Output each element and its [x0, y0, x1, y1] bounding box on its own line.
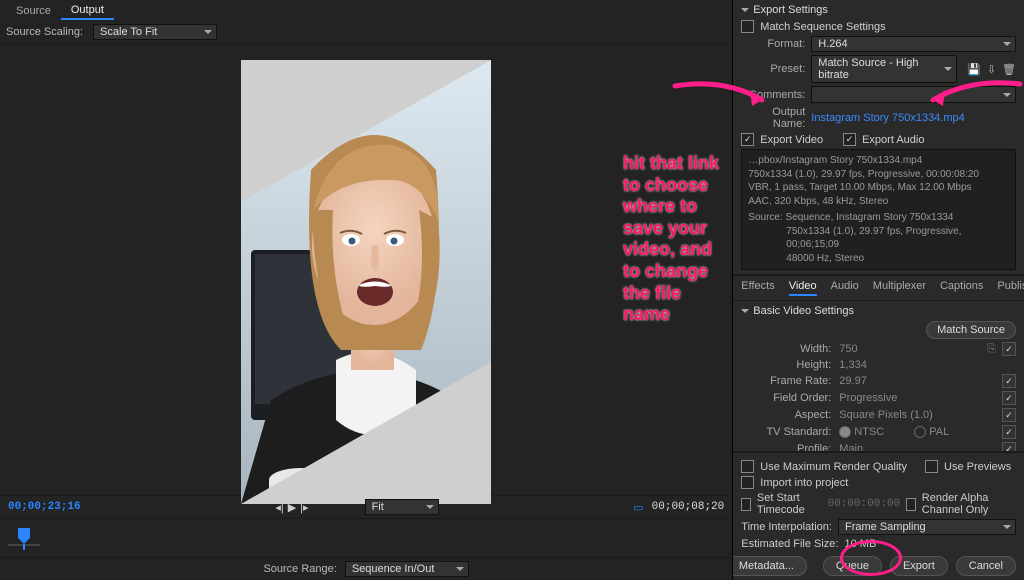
cancel-button[interactable]: Cancel: [956, 556, 1016, 576]
width-match-checkbox[interactable]: [1002, 342, 1016, 356]
export-audio-checkbox[interactable]: [843, 133, 856, 146]
fieldorder-label: Field Order:: [741, 392, 839, 404]
annotation-line3: the file name: [623, 283, 732, 326]
set-start-tc-checkbox[interactable]: [741, 498, 751, 511]
tab-source[interactable]: Source: [6, 3, 61, 19]
match-source-button[interactable]: Match Source: [926, 321, 1016, 339]
width-value[interactable]: 750: [839, 343, 981, 355]
output-name-label: Output Name:: [741, 106, 805, 130]
use-max-quality-checkbox[interactable]: [741, 460, 754, 473]
fieldorder-match-checkbox[interactable]: [1002, 391, 1016, 405]
link-dimensions-icon[interactable]: ⎘: [987, 343, 996, 356]
basic-video-settings-header[interactable]: Basic Video Settings: [741, 305, 1016, 317]
transport-bar: 00;00;23;16 ◂| ▶ |▸ Fit ▭ 00;00;08;20: [0, 495, 732, 518]
format-label: Format:: [741, 38, 805, 50]
est-filesize-value: 10 MB: [844, 538, 876, 550]
aspect-overlay-icon[interactable]: ▭: [633, 501, 643, 514]
tvstd-match-checkbox[interactable]: [1002, 425, 1016, 439]
use-previews-checkbox[interactable]: [925, 460, 938, 473]
annotation-line1: hit that link to choose where to: [623, 153, 732, 218]
comments-input[interactable]: [811, 86, 1016, 103]
profile-label: Profile:: [741, 443, 839, 452]
export-settings-header[interactable]: Export Settings: [741, 4, 1016, 16]
save-preset-icon[interactable]: 💾: [967, 63, 981, 76]
framerate-match-checkbox[interactable]: [1002, 374, 1016, 388]
output-name-link[interactable]: Instagram Story 750x1334.mp4: [811, 112, 964, 124]
tab-effects[interactable]: Effects: [741, 280, 774, 296]
import-project-checkbox[interactable]: [741, 476, 754, 489]
export-video-checkbox[interactable]: [741, 133, 754, 146]
preset-label: Preset:: [741, 63, 805, 75]
source-range-dropdown[interactable]: Sequence In/Out: [345, 561, 469, 577]
framerate-value[interactable]: 29.97: [839, 375, 1002, 387]
format-dropdown[interactable]: H.264: [811, 36, 1016, 52]
source-range-label: Source Range:: [263, 563, 336, 575]
preview-area: hit that link to choose where to save yo…: [0, 45, 732, 495]
match-sequence-checkbox[interactable]: [741, 20, 754, 33]
delete-preset-icon[interactable]: 🗑: [1002, 63, 1016, 76]
time-interp-dropdown[interactable]: Frame Sampling: [838, 519, 1016, 535]
tvstd-label: TV Standard:: [741, 426, 839, 438]
aspect-match-checkbox[interactable]: [1002, 408, 1016, 422]
start-tc-value[interactable]: 00:00:00:00: [828, 498, 901, 510]
export-summary: …pbox/Instagram Story 750x1334.mp4 750x1…: [741, 149, 1016, 270]
aspect-value[interactable]: Square Pixels (1.0): [839, 409, 1002, 421]
timecode-in[interactable]: 00;00;23;16: [8, 501, 81, 513]
pal-radio[interactable]: [914, 426, 926, 438]
aspect-label: Aspect:: [741, 409, 839, 421]
preset-dropdown[interactable]: Match Source - High bitrate: [811, 55, 957, 83]
export-video-label: Export Video: [760, 134, 823, 146]
tab-captions[interactable]: Captions: [940, 280, 983, 296]
effects-tabbar: Effects Video Audio Multiplexer Captions…: [733, 275, 1024, 301]
framerate-label: Frame Rate:: [741, 375, 839, 387]
tab-audio[interactable]: Audio: [831, 280, 859, 296]
comments-label: Comments:: [741, 89, 805, 101]
video-preview[interactable]: [241, 60, 491, 504]
profile-value[interactable]: Main: [839, 443, 1002, 452]
fieldorder-value[interactable]: Progressive: [839, 392, 1002, 404]
profile-match-checkbox[interactable]: [1002, 442, 1016, 452]
queue-button[interactable]: Queue: [823, 556, 882, 576]
height-value[interactable]: 1,334: [839, 359, 1016, 371]
ntsc-radio[interactable]: [839, 426, 851, 438]
source-scaling-dropdown[interactable]: Scale To Fit: [93, 24, 217, 40]
timeline-playhead[interactable]: [8, 526, 40, 550]
tab-video[interactable]: Video: [789, 280, 817, 296]
tab-publish[interactable]: Publish: [997, 280, 1024, 296]
match-sequence-label: Match Sequence Settings: [760, 21, 885, 33]
tab-multiplexer[interactable]: Multiplexer: [873, 280, 926, 296]
timecode-out[interactable]: 00;00;08;20: [652, 501, 725, 513]
export-audio-label: Export Audio: [862, 134, 924, 146]
width-label: Width:: [741, 343, 839, 355]
render-alpha-checkbox[interactable]: [906, 498, 916, 511]
height-label: Height:: [741, 359, 839, 371]
time-interp-label: Time Interpolation:: [741, 521, 832, 533]
annotation-line2: save your video, and to change: [623, 218, 732, 283]
tab-output[interactable]: Output: [61, 2, 114, 20]
source-scaling-label: Source Scaling:: [6, 26, 83, 38]
import-preset-icon[interactable]: ⇩: [987, 63, 996, 76]
metadata-button[interactable]: Metadata...: [733, 556, 807, 576]
preview-tabbar: Source Output: [0, 0, 732, 20]
est-filesize-label: Estimated File Size:: [741, 538, 838, 550]
zoom-fit-dropdown[interactable]: Fit: [365, 499, 439, 515]
export-button[interactable]: Export: [890, 556, 948, 576]
